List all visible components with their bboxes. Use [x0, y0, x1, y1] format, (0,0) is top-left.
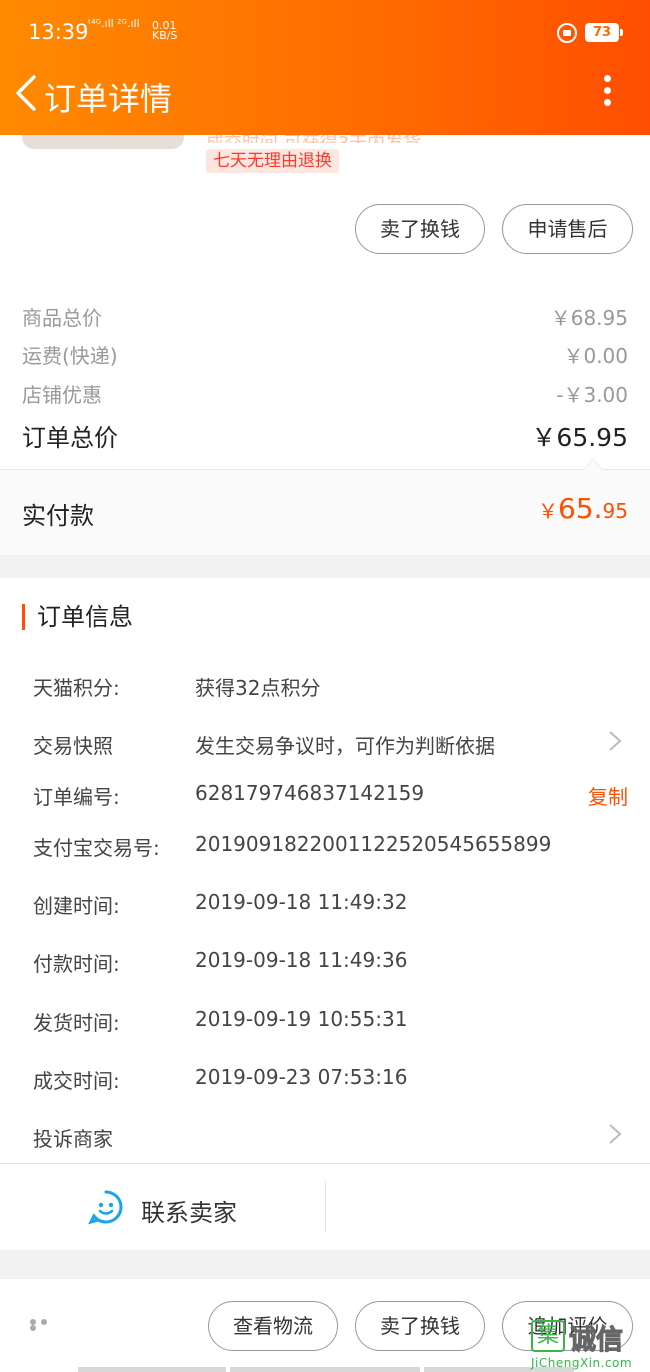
- copy-order-number-button[interactable]: 复制: [588, 781, 628, 810]
- after-sales-button[interactable]: 申请售后: [502, 204, 633, 254]
- order-number-label: 订单编号:: [33, 785, 120, 809]
- resell-button[interactable]: 卖了换钱: [355, 204, 485, 254]
- paid-time-value: 2019-09-18 11:49:36: [195, 948, 408, 972]
- order-number-value: 628179746837142159: [195, 781, 425, 805]
- return-policy-tag: 七天无理由退换: [206, 149, 339, 173]
- page-title: 订单详情: [44, 80, 173, 118]
- scroll-handle: [78, 1367, 226, 1372]
- shipped-time-value: 2019-09-19 10:55:31: [195, 1007, 408, 1031]
- lock-icon: [557, 23, 577, 43]
- goods-total-row: 商品总价 ￥68.95: [22, 302, 628, 331]
- alipay-trade-value: 2019091822001122520545655899: [195, 832, 552, 856]
- order-info-title: 订单信息: [22, 604, 133, 630]
- tmall-points-label: 天猫积分:: [33, 676, 120, 700]
- paid-time-label: 付款时间:: [33, 952, 120, 976]
- chevron-right-icon: [609, 1124, 622, 1144]
- created-time-label: 创建时间:: [33, 894, 120, 918]
- amount-paid-box: 实付款 ￥65.95: [0, 469, 650, 555]
- complain-seller-label: 投诉商家: [33, 1127, 113, 1151]
- network-speed: 0.01 KB/S: [152, 20, 178, 42]
- contact-seller-label: 联系卖家: [141, 1199, 237, 1227]
- amount-paid-value: ￥65.95: [538, 492, 628, 525]
- trade-snapshot-value: 发生交易争议时，可作为判断依据: [195, 734, 495, 758]
- goods-total-value: ￥68.95: [550, 306, 628, 330]
- trade-snapshot-label: 交易快照: [33, 734, 113, 758]
- view-logistics-button[interactable]: 查看物流: [208, 1301, 338, 1351]
- tmall-points-value: 获得32点积分: [195, 676, 321, 700]
- back-icon[interactable]: [12, 74, 46, 112]
- more-dots-icon[interactable]: [30, 1319, 60, 1331]
- more-options-icon[interactable]: [600, 75, 614, 109]
- site-watermark: 集 诚信 JiChengXin.com: [531, 1318, 649, 1372]
- order-total-label: 订单总价: [22, 424, 118, 452]
- scroll-handle: [230, 1367, 420, 1372]
- speed-unit: KB/S: [152, 29, 178, 42]
- completed-time-value: 2019-09-23 07:53:16: [195, 1065, 408, 1089]
- order-info-card: 订单信息 天猫积分: 获得32点积分 交易快照 发生交易争议时，可作为判断依据 …: [0, 578, 650, 1250]
- alipay-trade-label: 支付宝交易号:: [33, 836, 160, 860]
- resell-button[interactable]: 卖了换钱: [355, 1301, 485, 1351]
- created-time-value: 2019-09-18 11:49:32: [195, 890, 408, 914]
- amount-paid-decimal: 95: [602, 499, 628, 523]
- shipping-label: 运费(快递): [22, 344, 118, 368]
- divider: [325, 1182, 326, 1232]
- chevron-right-icon: [609, 731, 622, 751]
- amount-paid-label: 实付款: [22, 502, 94, 530]
- completed-time-label: 成交时间:: [33, 1069, 120, 1093]
- shipping-value: ￥0.00: [563, 344, 628, 368]
- product-thumbnail[interactable]: [22, 135, 184, 149]
- order-total-value: ￥65.95: [531, 423, 628, 452]
- shipped-time-label: 发货时间:: [33, 1011, 120, 1035]
- order-total-row: 订单总价 ￥65.95: [22, 418, 628, 453]
- chat-bubble-icon: [88, 1190, 123, 1225]
- price-notch: [583, 458, 603, 470]
- product-price-card: 成交时间 可获得3天内发货 七天无理由退换 卖了换钱 申请售后 商品总价 ￥68…: [0, 133, 650, 555]
- amount-paid-integer: 65.: [558, 492, 603, 525]
- app-header: 13:39 ᵗ⁴ᴳ.ıll ²ᴳ.ıll 0.01 KB/S 73 订单详情: [0, 0, 650, 135]
- store-discount-value: -￥3.00: [556, 383, 628, 407]
- contact-seller-button[interactable]: 联系卖家: [0, 1164, 325, 1250]
- signal-icon: ᵗ⁴ᴳ.ıll ²ᴳ.ıll: [88, 17, 140, 30]
- goods-total-label: 商品总价: [22, 306, 102, 330]
- status-time: 13:39: [28, 20, 89, 44]
- shipping-row: 运费(快递) ￥0.00: [22, 340, 628, 369]
- currency-symbol: ￥: [538, 499, 559, 523]
- watermark-text: 诚信: [569, 1325, 624, 1357]
- battery-icon: 73: [585, 23, 623, 42]
- status-bar: 13:39 ᵗ⁴ᴳ.ıll ²ᴳ.ıll 0.01 KB/S 73: [0, 0, 650, 66]
- watermark-logo: 集: [531, 1320, 565, 1352]
- store-discount-label: 店铺优惠: [22, 383, 102, 407]
- store-discount-row: 店铺优惠 -￥3.00: [22, 379, 628, 408]
- watermark-domain: JiChengXin.com: [531, 1356, 633, 1370]
